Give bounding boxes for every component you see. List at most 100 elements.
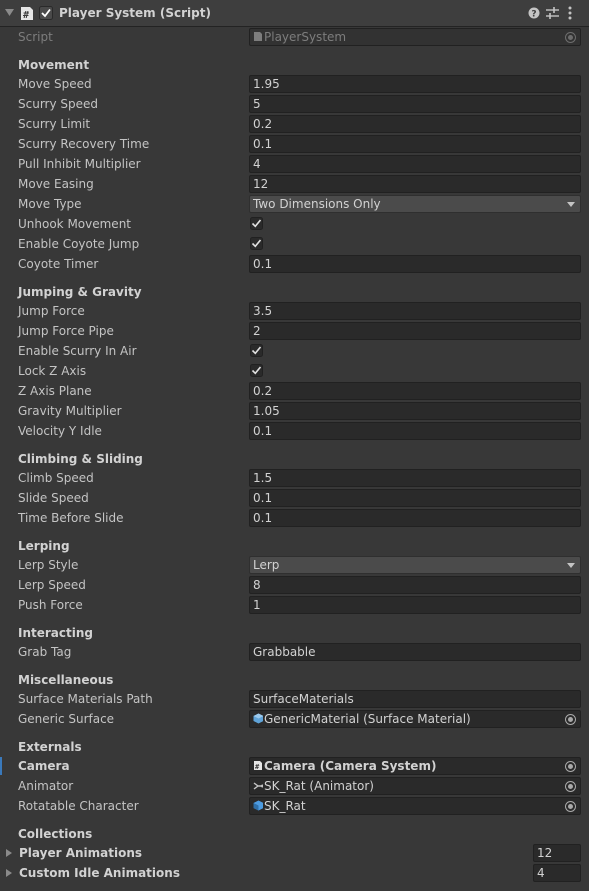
field-unhook-movement: Unhook Movement: [0, 214, 589, 234]
field-label: Enable Coyote Jump: [18, 237, 140, 251]
field-move-speed: Move Speed 1.95: [0, 74, 589, 94]
field-label: Lerp Style: [18, 558, 79, 572]
field-label: Scurry Limit: [18, 117, 91, 131]
field-lerp-speed: Lerp Speed 8: [0, 575, 589, 595]
object-value: SK_Rat: [264, 799, 306, 813]
velocity-y-idle-input[interactable]: 0.1: [249, 422, 581, 440]
animator-icon: [253, 782, 263, 790]
generic-surface-object-field[interactable]: GenericMaterial (Surface Material): [249, 710, 581, 728]
jump-force-input[interactable]: 3.5: [249, 302, 581, 320]
component-header[interactable]: # Player System (Script) ?: [0, 0, 589, 27]
field-grab-tag: Grab Tag Grabbable: [0, 642, 589, 662]
object-picker-icon[interactable]: [565, 714, 576, 725]
field-lerp-style: Lerp Style Lerp: [0, 555, 589, 575]
move-easing-input[interactable]: 12: [249, 175, 581, 193]
script-icon: #: [254, 761, 262, 771]
field-scurry-speed: Scurry Speed 5: [0, 94, 589, 114]
field-velocity-y-idle: Velocity Y Idle 0.1: [0, 421, 589, 441]
object-value: Camera (Camera System): [264, 759, 437, 773]
object-picker-icon[interactable]: [565, 801, 576, 812]
component-enabled-checkbox[interactable]: [39, 6, 53, 20]
field-generic-surface: Generic Surface GenericMaterial (Surface…: [0, 709, 589, 729]
script-row: Script PlayerSystem: [0, 27, 589, 47]
surface-materials-path-input[interactable]: SurfaceMaterials: [249, 690, 581, 708]
slide-speed-input[interactable]: 0.1: [249, 489, 581, 507]
field-jump-force: Jump Force 3.5: [0, 301, 589, 321]
field-label: Slide Speed: [18, 491, 89, 505]
help-icon[interactable]: ?: [528, 7, 540, 19]
section-title: Miscellaneous: [18, 673, 114, 687]
script-icon: #: [21, 7, 33, 21]
animator-object-field[interactable]: SK_Rat (Animator): [249, 777, 581, 795]
field-enable-coyote-jump: Enable Coyote Jump: [0, 234, 589, 254]
rotatable-character-object-field[interactable]: SK_Rat: [249, 797, 581, 815]
climb-speed-input[interactable]: 1.5: [249, 469, 581, 487]
field-label[interactable]: Custom Idle Animations: [19, 866, 180, 880]
field-label: Time Before Slide: [18, 511, 124, 525]
field-label: Velocity Y Idle: [18, 424, 102, 438]
scurry-speed-input[interactable]: 5: [249, 95, 581, 113]
enable-coyote-jump-checkbox[interactable]: [250, 237, 263, 250]
gravity-multiplier-input[interactable]: 1.05: [249, 402, 581, 420]
section-title: Lerping: [18, 539, 70, 553]
object-picker-icon[interactable]: [565, 781, 576, 792]
field-label: Rotatable Character: [18, 799, 139, 813]
foldout-arrow-icon[interactable]: [6, 849, 12, 857]
presets-icon[interactable]: [546, 7, 559, 19]
push-force-input[interactable]: 1: [249, 596, 581, 614]
field-label: Scurry Recovery Time: [18, 137, 150, 151]
jump-force-pipe-input[interactable]: 2: [249, 322, 581, 340]
field-enable-scurry-in-air: Enable Scurry In Air: [0, 341, 589, 361]
field-label: Surface Materials Path: [18, 692, 153, 706]
prefab-icon: [253, 800, 263, 811]
move-speed-input[interactable]: 1.95: [249, 75, 581, 93]
section-title: Externals: [18, 740, 82, 754]
z-axis-plane-input[interactable]: 0.2: [249, 382, 581, 400]
pull-inhibit-multiplier-input[interactable]: 4: [249, 155, 581, 173]
grab-tag-input[interactable]: Grabbable: [249, 643, 581, 661]
time-before-slide-input[interactable]: 0.1: [249, 509, 581, 527]
field-label[interactable]: Player Animations: [19, 846, 142, 860]
field-label: Pull Inhibit Multiplier: [18, 157, 141, 171]
lerp-speed-input[interactable]: 8: [249, 576, 581, 594]
field-label: Enable Scurry In Air: [18, 344, 137, 358]
object-value: SK_Rat (Animator): [264, 779, 374, 793]
move-type-dropdown[interactable]: Two Dimensions Only: [249, 195, 581, 213]
unhook-movement-checkbox[interactable]: [250, 217, 263, 230]
script-label: Script: [18, 30, 53, 44]
enable-scurry-in-air-checkbox[interactable]: [250, 344, 263, 357]
svg-text:?: ?: [531, 10, 536, 20]
field-move-type: Move Type Two Dimensions Only: [0, 194, 589, 214]
field-label: Jump Force Pipe: [18, 324, 114, 338]
scurry-limit-input[interactable]: 0.2: [249, 115, 581, 133]
coyote-timer-input[interactable]: 0.1: [249, 255, 581, 273]
camera-object-field[interactable]: # Camera (Camera System): [249, 757, 581, 775]
field-camera: Camera # Camera (Camera System): [0, 756, 589, 776]
field-jump-force-pipe: Jump Force Pipe 2: [0, 321, 589, 341]
field-pull-inhibit-multiplier: Pull Inhibit Multiplier 4: [0, 154, 589, 174]
lerp-style-dropdown[interactable]: Lerp: [249, 556, 581, 574]
object-picker-icon[interactable]: [565, 761, 576, 772]
foldout-arrow-icon[interactable]: [5, 9, 14, 17]
field-label: Move Easing: [18, 177, 94, 191]
field-move-easing: Move Easing 12: [0, 174, 589, 194]
field-label: Generic Surface: [18, 712, 115, 726]
object-picker-icon: [565, 32, 576, 43]
foldout-arrow-icon[interactable]: [6, 869, 12, 877]
custom-idle-animations-size-input[interactable]: 4: [533, 864, 581, 882]
script-field: PlayerSystem: [249, 28, 581, 46]
field-label: Unhook Movement: [18, 217, 132, 231]
menu-icon[interactable]: [568, 6, 572, 20]
field-lock-z-axis: Lock Z Axis: [0, 361, 589, 381]
lock-z-axis-checkbox[interactable]: [250, 364, 263, 377]
field-label: Lock Z Axis: [18, 364, 87, 378]
component-title: Player System (Script): [59, 6, 211, 20]
field-label: Push Force: [18, 598, 83, 612]
field-player-animations[interactable]: Player Animations 12: [0, 843, 589, 863]
scurry-recovery-time-input[interactable]: 0.1: [249, 135, 581, 153]
field-custom-idle-animations[interactable]: Custom Idle Animations 4: [0, 863, 589, 883]
script-icon: [254, 32, 262, 41]
player-animations-size-input[interactable]: 12: [533, 844, 581, 862]
field-rotatable-character: Rotatable Character SK_Rat: [0, 796, 589, 816]
section-title: Collections: [18, 827, 93, 841]
